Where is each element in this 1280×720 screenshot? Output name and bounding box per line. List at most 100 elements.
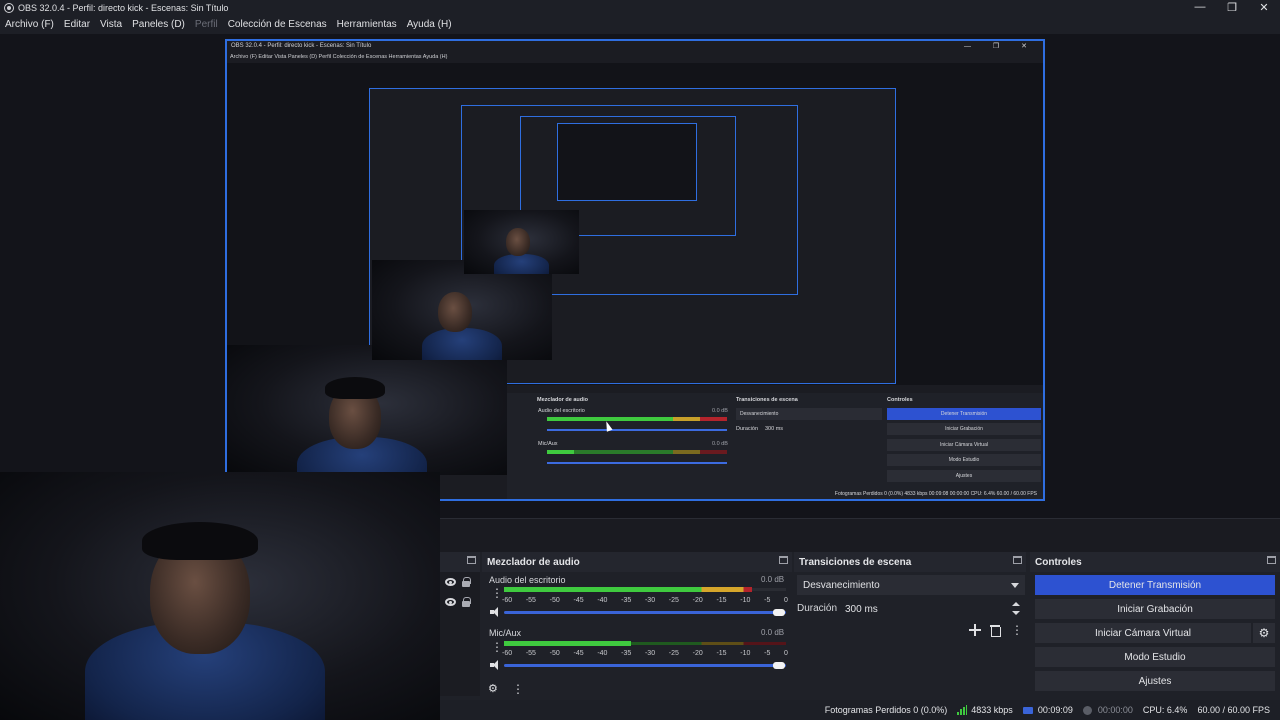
float-dock-icon[interactable] [467,556,476,564]
close-button[interactable]: ✕ [1248,0,1280,14]
mixer-menu-icon[interactable] [512,682,524,696]
float-dock-icon[interactable] [1013,556,1022,564]
cpu-usage: CPU: 6.4% [1142,705,1188,715]
desktop-audio-db: 0.0 dB [761,575,785,584]
mic-volume-slider[interactable] [504,664,786,667]
webcam-source [0,472,440,720]
float-dock-icon[interactable] [1267,556,1276,564]
mixer-dock-header: Mezclador de audio [482,552,792,572]
nested-mixer-title: Mezclador de audio [537,397,589,403]
record-time-item: 00:00:00 [1082,705,1133,715]
desktop-audio-menu-icon[interactable] [491,586,503,600]
nested-transitions-title: Transiciones de escena [736,397,798,403]
add-transition-plus-icon[interactable] [969,624,981,636]
nested-window-capture: OBS 32.0.4 - Perfil: directo kick - Esce… [225,39,1045,501]
mic-mute-speaker-icon[interactable] [490,660,502,670]
mic-aux-label: Mic/Aux [489,628,522,638]
stream-time: 00:09:09 [1037,705,1073,715]
nested-desktop-audio-label: Audio del escritorio [538,408,585,414]
nested-mic-slider [547,462,727,464]
menu-editar[interactable]: Editar [64,19,90,30]
menu-paneles[interactable]: Paneles (D) [132,19,185,30]
stream-time-item: 00:09:09 [1022,705,1073,715]
nested-mic-meter [547,450,727,454]
nested-studio-button: Modo Estudio [887,454,1041,466]
lock-icon[interactable] [461,597,471,607]
nested-stop-stream-button: Detener Transmisión [887,408,1041,420]
studio-mode-button[interactable]: Modo Estudio [1035,647,1275,667]
advanced-audio-gear-icon[interactable]: ⚙ [488,682,498,695]
start-recording-button[interactable]: Iniciar Grabación [1035,599,1275,619]
window-title: OBS 32.0.4 - Perfil: directo kick - Esce… [18,3,229,13]
desktop-mute-speaker-icon[interactable] [490,607,502,617]
obs-logo-icon [4,3,14,13]
dropped-frames: Fotogramas Perdidos 0 (0.0%) [824,705,948,715]
transitions-dock-header: Transiciones de escena [794,552,1026,572]
desktop-volume-slider[interactable] [504,611,786,614]
transition-select[interactable]: Desvanecimiento [797,575,1025,595]
sources-list [440,572,480,696]
controls-dock-header: Controles [1030,552,1280,572]
stop-stream-button[interactable]: Detener Transmisión [1035,575,1275,595]
menu-perfil[interactable]: Perfil [195,19,218,30]
sources-dock-header [440,552,480,572]
signal-bars-icon [957,705,968,715]
minimize-button[interactable]: — [1184,0,1216,14]
menu-vista[interactable]: Vista [100,19,122,30]
person-hair [142,522,258,560]
transition-properties-menu-icon[interactable] [1011,623,1023,637]
desktop-audio-meter [504,587,752,592]
nested-webcam-2 [372,260,552,360]
nested-webcam-3 [464,210,579,274]
mic-aux-ticks: -60 -55 -50 -45 -40 -35 -30 -25 -20 -15 -10 -5 0 [502,650,788,657]
nested-window-controls: — ❐ ✕ [963,43,1037,50]
controls-title: Controles [1035,556,1082,568]
mic-volume-knob[interactable] [773,662,785,669]
virtual-camera-settings-gear-icon[interactable]: ⚙ [1253,623,1275,643]
lock-icon[interactable] [461,577,471,587]
nested-mic-db: 0.0 dB [712,441,728,447]
mic-aux-menu-icon[interactable] [491,640,503,654]
nested-window-title: OBS 32.0.4 - Perfil: directo kick - Esce… [231,43,372,49]
maximize-button[interactable]: ❐ [1216,0,1248,14]
nested-duration-label: Duración [736,426,759,432]
nested-transition-select: Desvanecimiento [736,408,882,420]
bitrate: 4833 kbps [971,705,1013,715]
nested-mic-label: Mic/Aux [538,441,558,447]
nested-preview [227,63,1043,475]
chevron-down-icon [1011,583,1019,588]
streaming-icon [1022,706,1033,714]
nested-record-button: Iniciar Grabación [887,423,1041,435]
nested-duration-value: 300 ms [765,426,784,432]
transitions-title: Transiciones de escena [799,556,912,568]
menu-coleccion-escenas[interactable]: Colección de Escenas [228,19,327,30]
duration-increase-icon[interactable] [1012,601,1020,606]
desktop-audio-ticks: -60 -55 -50 -45 -40 -35 -30 -25 -20 -15 -10 -5 0 [502,597,788,604]
eye-icon[interactable] [445,598,456,606]
eye-icon[interactable] [445,578,456,586]
nested-desktop-db: 0.0 dB [712,408,728,414]
nested-window-level-5 [557,123,697,201]
float-dock-icon[interactable] [779,556,788,564]
nested-status-bar: Fotogramas Perdidos 0 (0.0%) 4833 kbps 0… [834,491,1037,497]
duration-decrease-icon[interactable] [1012,611,1020,616]
window-controls: — ❐ ✕ [1184,0,1280,14]
menu-ayuda[interactable]: Ayuda (H) [407,19,452,30]
nested-menu-bar: Archivo (F) Editar Vista Paneles (D) Per… [230,54,448,60]
menu-herramientas[interactable]: Herramientas [337,19,397,30]
mic-aux-meter [504,641,631,646]
desktop-volume-knob[interactable] [773,609,785,616]
mic-aux-db: 0.0 dB [761,628,785,637]
nested-controls-title: Controles [887,397,913,403]
duration-label: Duración [797,603,838,614]
nested-vcam-button: Iniciar Cámara Virtual [887,439,1041,451]
record-dot-icon [1082,705,1092,715]
start-virtual-camera-button[interactable]: Iniciar Cámara Virtual [1035,623,1251,643]
transition-select-value: Desvanecimiento [803,579,880,591]
menu-archivo[interactable]: Archivo (F) [5,19,54,30]
duration-input[interactable]: 300 ms [839,599,1025,619]
settings-button[interactable]: Ajustes [1035,671,1275,691]
desktop-audio-label: Audio del escritorio [489,575,566,585]
remove-transition-trash-icon[interactable] [990,624,1001,637]
dock-separator [440,518,1280,552]
